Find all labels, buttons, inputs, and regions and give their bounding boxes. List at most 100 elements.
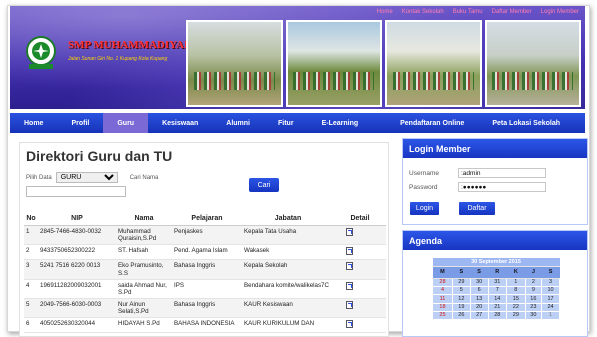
nav-item-kesiswaan[interactable]: Kesiswaan <box>148 113 212 133</box>
username-input[interactable]: :admin <box>458 168 546 178</box>
calendar-day[interactable]: 5 <box>451 285 471 296</box>
cell-pelajaran: IPS <box>172 279 242 299</box>
cell-pelajaran: BAHASA INDONESIA <box>172 317 242 334</box>
calendar-day[interactable]: 25 <box>432 310 453 321</box>
detail-icon[interactable] <box>346 247 353 256</box>
calendar-day[interactable]: 24 <box>541 302 560 312</box>
cell-no: 5 <box>24 298 38 319</box>
calendar-day[interactable]: 17 <box>541 294 560 304</box>
calendar-day[interactable]: 31 <box>487 277 508 287</box>
calendar-day[interactable]: 2 <box>524 277 543 287</box>
weekday: K <box>506 266 526 279</box>
nav-item-alumni[interactable]: Alumni <box>212 113 264 133</box>
calendar-day[interactable]: 19 <box>451 302 471 312</box>
calendar-day[interactable]: 1 <box>506 277 526 287</box>
detail-icon[interactable] <box>346 281 353 290</box>
calendar-day[interactable]: 22 <box>506 302 526 312</box>
calendar-day[interactable]: 11 <box>432 294 453 304</box>
agenda-widget: Agenda 30 September 2015 M S S R K J S 2… <box>402 230 588 337</box>
calendar-day[interactable]: 9 <box>524 285 543 296</box>
cell-no: 3 <box>24 259 38 280</box>
calendar-day[interactable]: 21 <box>487 302 508 312</box>
calendar-day[interactable]: 16 <box>524 294 543 304</box>
calendar-day[interactable]: 1 <box>541 310 560 321</box>
cell-detail <box>334 317 386 334</box>
calendar-day[interactable]: 28 <box>487 310 508 321</box>
calendar-day[interactable]: 28 <box>432 277 453 287</box>
table-row: 2 9433750652300222 ST. Hafsah Pend. Agam… <box>24 244 386 261</box>
cell-no: 2 <box>24 244 38 261</box>
calendar-day[interactable]: 6 <box>469 285 489 296</box>
table-row: 4 196911282009032001 saida Ahmad Nur, S.… <box>24 279 386 299</box>
table-row: 6 4050252630320044 HIDAYAH S.Pd BAHASA I… <box>24 317 386 334</box>
weekday: R <box>488 266 507 279</box>
table-row: 3 5241 7516 6220 0013 Eko Pramusinto, S.… <box>24 259 386 280</box>
password-input[interactable]: :●●●●●● <box>458 182 546 192</box>
nav-item-peta-lokasi[interactable]: Peta Lokasi Sekolah <box>478 113 574 133</box>
calendar-day[interactable]: 4 <box>432 285 453 296</box>
calendar-day[interactable]: 20 <box>469 302 489 312</box>
calendar-day[interactable]: 14 <box>487 294 508 304</box>
cell-nama: Nur Ainun Selati,S.Pd <box>116 298 172 319</box>
cell-nip: 9433750652300222 <box>38 244 116 261</box>
calendar-week: 18 19 20 21 22 23 24 <box>432 302 560 312</box>
detail-icon[interactable] <box>346 262 353 271</box>
nav-item-profil[interactable]: Profil <box>57 113 103 133</box>
cell-pelajaran: Bahasa Inggris <box>172 259 242 280</box>
filter-bar: Pilih Data GURU Cari Nama <box>26 172 158 183</box>
nav-item-fitur[interactable]: Fitur <box>264 113 308 133</box>
col-nip: NIP <box>38 212 116 226</box>
search-button[interactable]: Cari <box>249 178 279 192</box>
top-link-daftar-member[interactable]: Daftar Member <box>492 9 532 15</box>
calendar-day[interactable]: 29 <box>451 277 471 287</box>
cell-nip: 2049-7566-6030-0003 <box>38 298 116 319</box>
header-photo <box>285 20 382 107</box>
calendar-day[interactable]: 13 <box>469 294 489 304</box>
calendar-day[interactable]: 3 <box>541 277 560 287</box>
cell-jabatan: Kepala Tata Usaha <box>242 225 334 246</box>
calendar-day[interactable]: 27 <box>469 310 489 321</box>
username-row: Username :admin <box>409 168 546 178</box>
weekday: S <box>541 266 560 279</box>
top-link-kontak[interactable]: Kontak Sekolah <box>402 9 444 15</box>
main-nav: Home Profil Guru Kesiswaan Alumni Fitur … <box>10 113 585 133</box>
calendar-day[interactable]: 29 <box>506 310 526 321</box>
calendar-day[interactable]: 30 <box>469 277 489 287</box>
detail-icon[interactable] <box>346 300 353 309</box>
data-type-select[interactable]: GURU <box>55 172 118 183</box>
cell-detail <box>334 225 386 246</box>
calendar-day[interactable]: 26 <box>451 310 471 321</box>
school-tagline: Jalan Sunan Giri No. 1 Kupang Kota Kupan… <box>68 56 168 62</box>
nav-item-guru[interactable]: Guru <box>103 113 149 133</box>
cell-nama: ST. Hafsah <box>116 244 172 261</box>
name-search-input[interactable] <box>26 186 126 197</box>
password-row: Password :●●●●●● <box>409 182 546 192</box>
nav-item-home[interactable]: Home <box>10 113 57 133</box>
cell-no: 6 <box>24 317 38 334</box>
register-button[interactable]: Daftar <box>459 202 495 215</box>
top-link-login-member[interactable]: Login Member <box>541 9 579 15</box>
detail-icon[interactable] <box>346 228 353 236</box>
school-logo-icon <box>26 36 56 69</box>
calendar-week: 28 29 30 31 1 2 3 <box>432 277 560 287</box>
calendar-month: 30 September 2015 <box>432 258 560 268</box>
agenda-title: Agenda <box>403 231 587 250</box>
calendar-day[interactable]: 12 <box>451 294 471 304</box>
detail-icon[interactable] <box>346 320 353 329</box>
calendar-day[interactable]: 30 <box>524 310 543 321</box>
calendar-day[interactable]: 15 <box>506 294 526 304</box>
cell-nip: 2845-7466-4830-0032 <box>38 225 116 246</box>
calendar-day[interactable]: 7 <box>487 285 508 296</box>
calendar-day[interactable]: 18 <box>432 302 453 312</box>
calendar-day[interactable]: 10 <box>541 285 560 296</box>
top-links: Home Kontak Sekolah Buku Tamu Daftar Mem… <box>377 9 579 15</box>
calendar-day[interactable]: 23 <box>524 302 543 312</box>
cell-detail <box>334 244 386 261</box>
login-button[interactable]: Login <box>410 202 439 215</box>
cell-detail <box>334 259 386 280</box>
nav-item-pendaftaran[interactable]: Pendaftaran Online <box>386 113 478 133</box>
nav-item-elearning[interactable]: E-Learning <box>308 113 373 133</box>
calendar-day[interactable]: 8 <box>506 285 526 296</box>
top-link-home[interactable]: Home <box>377 9 393 15</box>
top-link-buku-tamu[interactable]: Buku Tamu <box>453 9 483 15</box>
